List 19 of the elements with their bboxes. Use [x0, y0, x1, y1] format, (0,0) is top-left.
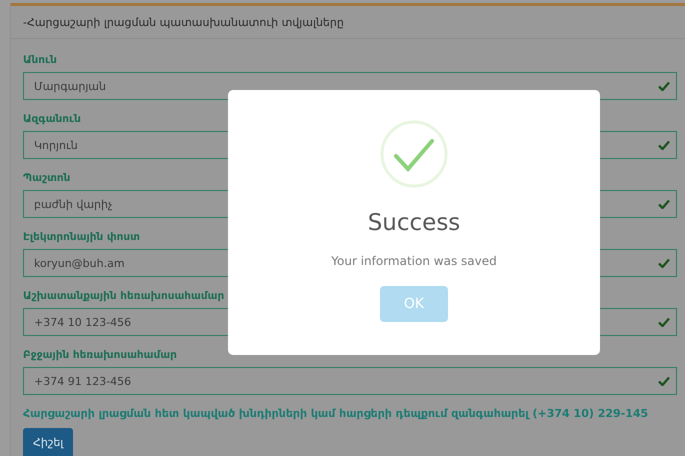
check-icon — [658, 81, 670, 91]
check-icon — [658, 376, 670, 386]
field-label: Էլեկտրոնային փոստ — [23, 231, 140, 243]
field-label: Պաշտոն — [23, 172, 70, 184]
field-label: Բջջային հեռախոսահամար — [23, 349, 177, 361]
field-label: Աշխատանքային հեռախոսահամար — [23, 290, 224, 302]
check-icon — [658, 199, 670, 209]
save-button[interactable]: Հիշել — [23, 428, 74, 456]
dialog-title: Success — [368, 210, 460, 236]
check-icon — [658, 140, 670, 150]
check-icon — [658, 317, 670, 327]
success-check-icon — [380, 120, 448, 188]
check-icon — [658, 258, 670, 268]
panel-title: -Հարցաշարի լրացման պատասխանատուի տվյալները — [11, 6, 685, 39]
help-text: Հարցաշարի լրացման հետ կապված խնդիրների կամ հարցերի դեպքում զանգահարել (+374 10) 229-145 — [23, 407, 648, 420]
dialog-message: Your information was saved — [331, 254, 497, 268]
field-label: Անուն — [23, 54, 57, 66]
input-field[interactable]: +374 91 123-456 — [23, 367, 677, 395]
field-label: Ազգանուն — [23, 113, 81, 125]
